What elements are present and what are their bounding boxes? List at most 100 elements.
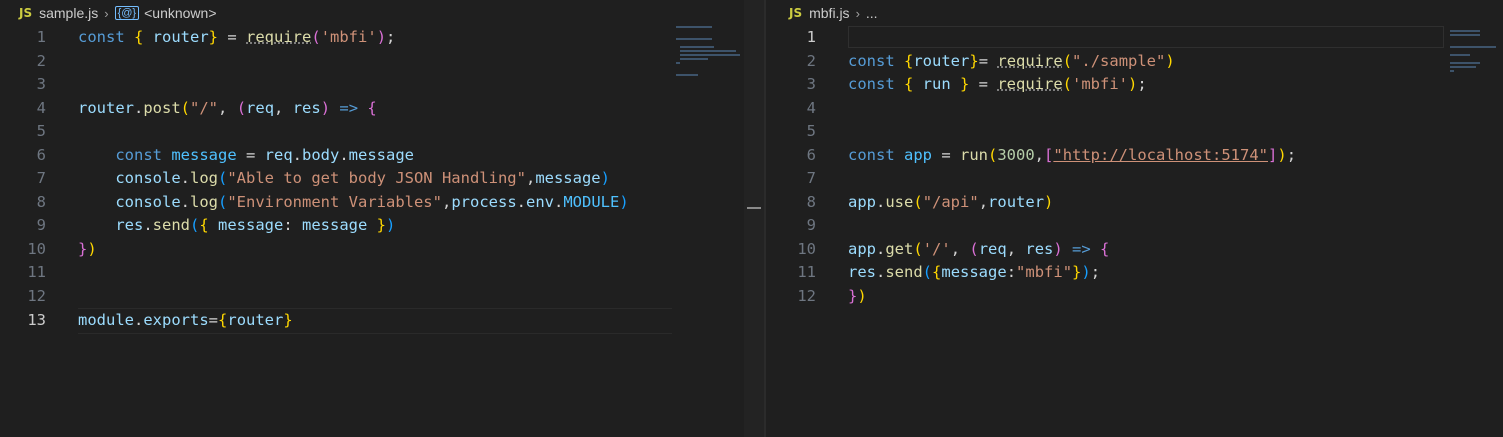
code-token: res bbox=[848, 263, 876, 281]
line-number: 7 bbox=[806, 169, 816, 187]
vertical-scrollbar[interactable] bbox=[744, 0, 764, 437]
breadcrumb-file[interactable]: mbfi.js bbox=[809, 5, 849, 21]
breadcrumb-file[interactable]: sample.js bbox=[39, 5, 98, 21]
code-token: , bbox=[218, 98, 237, 117]
code-line[interactable]: 10}) bbox=[0, 238, 764, 262]
minimap[interactable] bbox=[676, 26, 744, 78]
javascript-file-icon: JS bbox=[789, 6, 803, 20]
code-line[interactable]: 7 bbox=[766, 167, 1503, 191]
code-token: send bbox=[152, 216, 190, 234]
code-line[interactable]: 8 console.log("Environment Variables",pr… bbox=[0, 191, 764, 215]
editor-pane-left[interactable]: JS sample.js › {@} <unknown> 1 const { ro… bbox=[0, 0, 764, 437]
code-line[interactable]: 9 bbox=[766, 214, 1503, 238]
code-line[interactable]: 8 app.use("/api",router) bbox=[766, 191, 1503, 215]
code-token: . bbox=[876, 192, 886, 211]
code-line[interactable]: 5 bbox=[0, 120, 764, 144]
code-token: } bbox=[1072, 263, 1082, 281]
code-token: app bbox=[848, 239, 876, 258]
code-token: get bbox=[885, 239, 914, 258]
line-number: 1 bbox=[36, 28, 46, 46]
line-number: 11 bbox=[797, 263, 816, 281]
code-token: ) bbox=[1053, 239, 1063, 258]
code-token: { bbox=[218, 311, 228, 329]
code-token: . bbox=[292, 145, 302, 164]
line-number: 8 bbox=[36, 192, 46, 211]
symbol-icon: {@} bbox=[114, 6, 140, 20]
code-token: ) bbox=[1128, 75, 1138, 93]
code-token: '/' bbox=[922, 239, 951, 258]
code-line[interactable]: 4 bbox=[766, 97, 1503, 121]
line-number: 9 bbox=[806, 216, 816, 234]
code-token: require bbox=[246, 28, 312, 46]
code-line[interactable]: 6 const app = run(3000,["http://localhost… bbox=[766, 144, 1503, 168]
code-line[interactable]: 12 bbox=[0, 285, 764, 309]
code-token: , bbox=[274, 98, 293, 117]
code-text: const app = run(3000,["http://localhost:… bbox=[848, 144, 1296, 168]
code-line[interactable]: 11 bbox=[0, 261, 764, 285]
code-token: ( bbox=[988, 145, 998, 164]
code-token: const bbox=[115, 145, 172, 164]
code-token: , bbox=[441, 192, 452, 211]
code-line[interactable]: 12}) bbox=[766, 285, 1503, 309]
line-number: 2 bbox=[806, 51, 816, 70]
code-token: ; bbox=[1286, 145, 1297, 164]
code-token: { bbox=[904, 75, 923, 93]
code-line[interactable]: 1 const { router} = require('mbfi'); bbox=[0, 26, 764, 50]
code-token: } bbox=[969, 51, 979, 70]
code-token: } bbox=[950, 75, 970, 93]
code-token: , bbox=[525, 169, 536, 187]
code-line[interactable]: 7 console.log("Able to get body JSON Han… bbox=[0, 167, 764, 191]
code-token: req bbox=[264, 145, 293, 164]
code-token: . bbox=[180, 169, 190, 187]
code-token: { bbox=[199, 216, 219, 234]
code-line[interactable]: 6 const message = req.body.message bbox=[0, 144, 764, 168]
editor-pane-right[interactable]: JS mbfi.js › ... 1 2 const {router}= requi… bbox=[766, 0, 1503, 437]
line-number: 11 bbox=[27, 263, 46, 281]
code-token: , bbox=[1034, 145, 1045, 164]
breadcrumb-symbol[interactable]: <unknown> bbox=[144, 5, 216, 21]
line-number: 1 bbox=[806, 28, 816, 46]
code-token: ; bbox=[1090, 263, 1101, 281]
code-token: { bbox=[904, 51, 914, 70]
code-token: : bbox=[1006, 263, 1017, 281]
code-text: router.post("/", (req, res) => { bbox=[78, 97, 377, 121]
code-token: const bbox=[848, 51, 904, 70]
code-line[interactable]: 13 module.exports={router} bbox=[27, 308, 672, 334]
code-text: console.log("Able to get body JSON Handl… bbox=[78, 167, 610, 191]
code-line[interactable]: 9 res.send({ message: message }) bbox=[0, 214, 764, 238]
code-text: const { run } = require('mbfi'); bbox=[848, 73, 1147, 97]
code-line[interactable]: 5 bbox=[766, 120, 1503, 144]
code-text: app.use("/api",router) bbox=[848, 191, 1053, 215]
code-token: router bbox=[78, 98, 134, 117]
line-number: 7 bbox=[36, 169, 46, 187]
code-token: = bbox=[978, 51, 998, 70]
code-line[interactable]: 2 const {router}= require("./sample") bbox=[766, 50, 1503, 74]
code-token: message bbox=[218, 216, 284, 234]
code-token: module bbox=[78, 311, 134, 329]
code-line[interactable]: 10 app.get('/', (req, res) => { bbox=[766, 238, 1503, 262]
code-line[interactable]: 2 bbox=[0, 50, 764, 74]
code-line[interactable]: 11 res.send({message:"mbfi"}); bbox=[766, 261, 1503, 285]
code-token: exports bbox=[143, 311, 209, 329]
code-token: ) bbox=[857, 286, 867, 305]
breadcrumb-more[interactable]: ... bbox=[866, 5, 878, 21]
code-token: ; bbox=[386, 28, 396, 46]
code-token: router bbox=[152, 28, 209, 46]
code-token: ( bbox=[922, 263, 933, 281]
code-token: , bbox=[1006, 239, 1026, 258]
code-token: . bbox=[876, 263, 886, 281]
code-token: "http://localhost:5174" bbox=[1053, 145, 1268, 164]
code-line[interactable]: 3 const { run } = require('mbfi'); bbox=[766, 73, 1503, 97]
code-token: send bbox=[885, 263, 923, 281]
code-token: process bbox=[451, 192, 517, 211]
code-line[interactable]: 3 bbox=[0, 73, 764, 97]
code-token: ( bbox=[913, 192, 923, 211]
line-number: 10 bbox=[27, 239, 46, 258]
code-line[interactable]: 1 bbox=[766, 26, 1503, 50]
code-text: console.log("Environment Variables",proc… bbox=[78, 191, 628, 215]
code-line[interactable]: 4 router.post("/", (req, res) => { bbox=[0, 97, 764, 121]
minimap[interactable] bbox=[1450, 26, 1500, 74]
code-token: message bbox=[171, 145, 237, 164]
